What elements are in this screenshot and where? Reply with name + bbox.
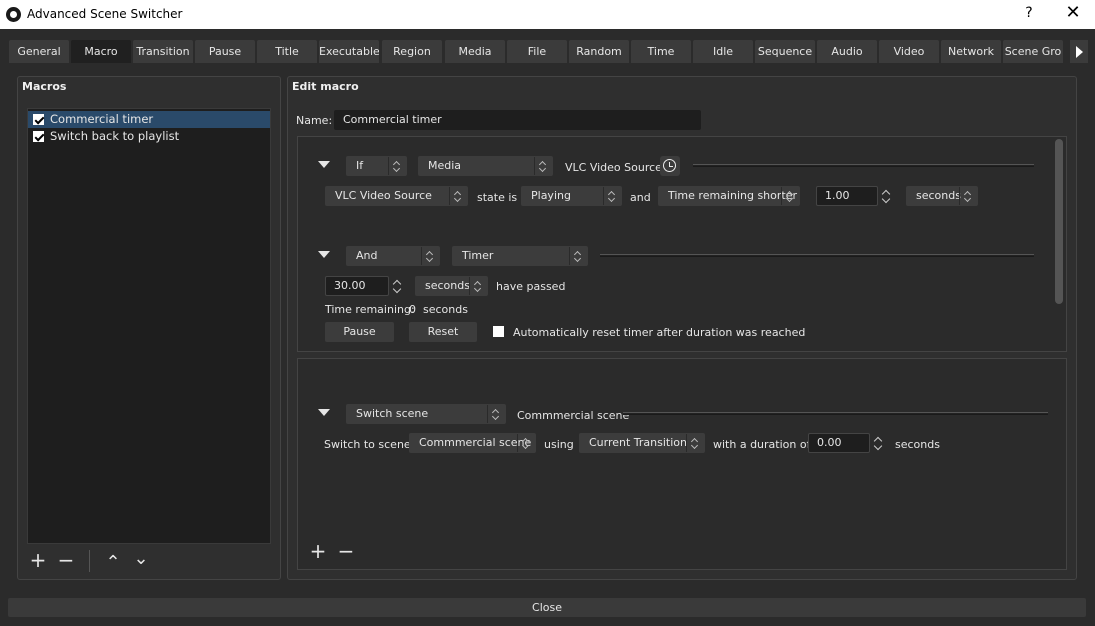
close-button[interactable]: Close [8,598,1086,617]
tab-random[interactable]: Random [569,40,629,63]
edit-macro-title: Edit macro [292,80,359,93]
with-duration-label: with a duration of [713,438,811,451]
macro-label: Commercial timer [50,112,154,126]
remove-action-icon[interactable]: − [336,541,356,561]
list-item[interactable]: Commercial timer [28,111,270,128]
obs-logo-icon [6,7,21,22]
checkbox[interactable] [33,114,44,125]
switch-to-scene-label: Switch to scene [324,438,411,451]
window-close-button[interactable]: ✕ [1062,2,1084,23]
transition-select[interactable]: Current Transition [579,433,705,453]
macro-list[interactable]: Commercial timer Switch back to playlist [27,108,271,544]
tab-video[interactable]: Video [879,40,939,63]
list-item[interactable]: Switch back to playlist [28,128,270,145]
move-down-icon[interactable]: ⌄ [131,549,151,569]
have-passed-label: have passed [496,280,566,293]
tab-network[interactable]: Network [941,40,1001,63]
transition-unit-label: seconds [895,438,940,451]
spin-arrows-icon [390,276,406,296]
time-remaining-unit: seconds [423,303,468,316]
clock-icon[interactable] [660,156,680,176]
condition-type-select[interactable]: Timer [452,246,588,266]
divider [600,254,1034,257]
tab-pause[interactable]: Pause [195,40,255,63]
tab-media[interactable]: Media [445,40,505,63]
and-label: and [630,191,651,204]
reset-button[interactable]: Reset [409,322,477,342]
tab-time[interactable]: Time [631,40,691,63]
divider [89,550,90,572]
condition-type-select[interactable]: Media [418,156,553,176]
scene-select[interactable]: Commmercial scene [409,433,536,453]
tab-macro[interactable]: Macro [71,40,131,63]
tab-idle[interactable]: Idle [693,40,753,63]
add-action-icon[interactable]: + [308,541,328,561]
add-macro-icon[interactable]: + [28,550,48,570]
collapse-triangle-icon[interactable] [318,161,330,168]
tab-bar: General Macro Transition Pause Title Exe… [0,29,1095,65]
divider [623,412,1048,415]
macro-name-input[interactable]: Commercial timer [334,110,701,130]
spin-arrows-icon [871,433,887,453]
tab-sequence[interactable]: Sequence [755,40,815,63]
macro-label: Switch back to playlist [50,129,180,143]
title-bar: Advanced Scene Switcher ? ✕ [0,0,1095,29]
media-source-select[interactable]: VLC Video Source [325,186,468,206]
timer-unit-select[interactable]: seconds [415,276,488,296]
name-label: Name: [296,114,333,127]
logic-select[interactable]: And [346,246,440,266]
using-label: using [544,438,574,451]
move-up-icon[interactable]: ⌃ [103,553,123,573]
scene-header-label: Commmercial scene [517,409,630,422]
divider [693,164,1034,167]
time-unit-select[interactable]: seconds [906,186,978,206]
time-remaining-value-input[interactable]: 1.00 [816,186,878,206]
tab-file[interactable]: File [507,40,567,63]
time-remaining-value: 0 [409,303,416,316]
timer-duration-input[interactable]: 30.00 [325,276,389,296]
source-label: VLC Video Source [565,161,662,174]
macros-title: Macros [22,80,67,93]
window-title: Advanced Scene Switcher [27,7,183,21]
state-select[interactable]: Playing [521,186,622,206]
checkbox[interactable] [33,131,44,142]
actions-area [297,358,1067,570]
conditions-scrollbar[interactable] [1055,139,1063,304]
help-button[interactable]: ? [1022,5,1036,21]
collapse-triangle-icon[interactable] [318,251,330,258]
time-check-select[interactable]: Time remaining shorter [658,186,800,206]
state-is-label: state is [477,191,518,204]
transition-duration-input[interactable]: 0.00 [808,433,870,453]
tab-scroll-right-icon[interactable] [1070,40,1088,63]
tab-scene-group[interactable]: Scene Gro [1003,40,1063,63]
tab-executable[interactable]: Executable [319,40,379,63]
remove-macro-icon[interactable]: − [56,550,76,570]
tab-general[interactable]: General [9,40,69,63]
tab-region[interactable]: Region [382,40,442,63]
time-remaining-label: Time remaining: [325,303,415,316]
pause-button[interactable]: Pause [325,322,394,342]
action-type-select[interactable]: Switch scene [346,404,506,424]
tab-title[interactable]: Title [257,40,317,63]
tab-audio[interactable]: Audio [817,40,877,63]
collapse-triangle-icon[interactable] [318,409,330,416]
logic-select[interactable]: If [346,156,407,176]
conditions-area [297,136,1067,352]
auto-reset-checkbox[interactable] [493,326,504,337]
tab-transition[interactable]: Transition [133,40,193,63]
auto-reset-label: Automatically reset timer after duration… [513,326,806,339]
spin-arrows-icon [879,186,895,206]
